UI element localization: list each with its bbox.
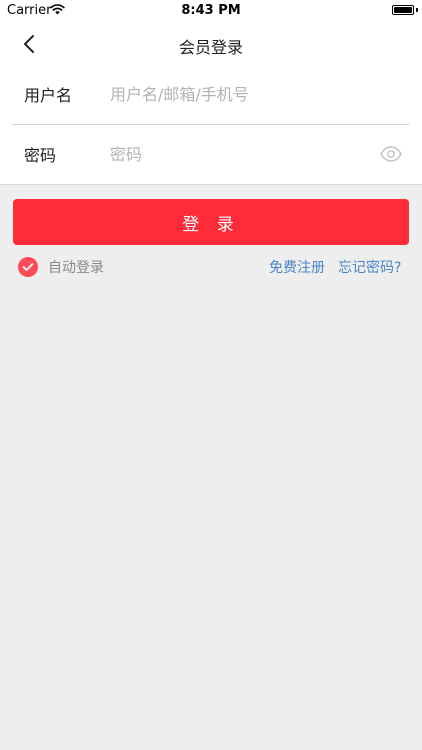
auto-login-label: 自动登录 — [48, 260, 104, 276]
navigation-bar: 会员登录 — [0, 22, 422, 66]
battery-level — [394, 7, 412, 13]
username-input[interactable] — [108, 78, 372, 110]
password-input[interactable] — [108, 138, 372, 170]
login-button[interactable]: 登 录 — [13, 199, 409, 245]
password-row: 密码 — [0, 126, 422, 184]
battery-icon — [392, 5, 414, 15]
forgot-password-link[interactable]: 忘记密码? — [338, 257, 401, 277]
checkmark-icon — [18, 257, 38, 277]
password-label: 密码 — [24, 146, 57, 165]
status-time: 8:43 PM — [181, 3, 241, 18]
status-bar: Carrier 8:43 PM — [0, 0, 422, 22]
username-row: 用户名 — [0, 66, 422, 124]
eye-icon[interactable] — [380, 146, 402, 162]
login-form: 用户名 密码 — [0, 66, 422, 185]
row-divider — [12, 124, 410, 125]
auto-login-checkbox[interactable]: 自动登录 — [18, 257, 104, 277]
username-label: 用户名 — [24, 86, 73, 105]
page-title: 会员登录 — [178, 38, 243, 57]
battery-tip — [416, 8, 418, 12]
register-link[interactable]: 免费注册 — [269, 257, 325, 277]
